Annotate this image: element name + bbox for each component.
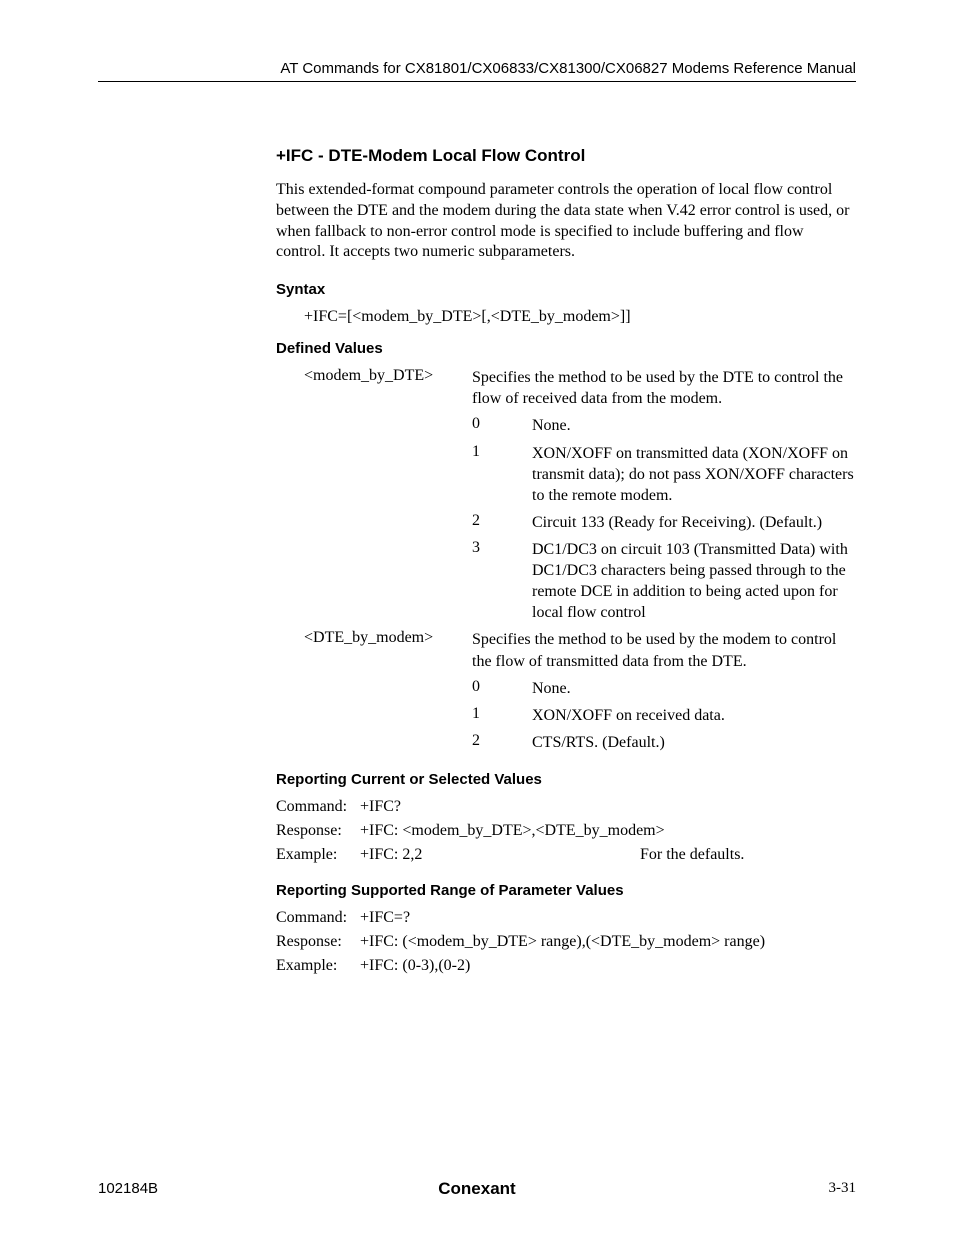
param-desc: Specifies the method to be used by the m… xyxy=(472,629,856,671)
kv-key: Response: xyxy=(276,822,360,840)
value-num: 1 xyxy=(472,705,532,726)
kv-row: Response:+IFC: <modem_by_DTE>,<DTE_by_mo… xyxy=(276,822,856,840)
kv-key: Command: xyxy=(276,798,360,816)
value-row: 3DC1/DC3 on circuit 103 (Transmitted Dat… xyxy=(276,539,856,623)
kv-key: Example: xyxy=(276,957,360,975)
footer-right: 3-31 xyxy=(829,1180,857,1197)
value-row: 0None. xyxy=(276,415,856,436)
value-desc: None. xyxy=(532,678,856,699)
param-row: <DTE_by_modem> Specifies the method to b… xyxy=(276,629,856,671)
reporting-range-heading: Reporting Supported Range of Parameter V… xyxy=(276,882,856,899)
value-row: 1XON/XOFF on transmitted data (XON/XOFF … xyxy=(276,443,856,506)
kv-value: +IFC: (0-3),(0-2) xyxy=(360,957,856,975)
kv-value: +IFC: 2,2 xyxy=(360,846,640,864)
reporting-current-heading: Reporting Current or Selected Values xyxy=(276,771,856,788)
kv-row: Response:+IFC: (<modem_by_DTE> range),(<… xyxy=(276,933,856,951)
kv-key: Command: xyxy=(276,909,360,927)
kv-row: Command:+IFC? xyxy=(276,798,856,816)
value-num: 3 xyxy=(472,539,532,623)
kv-row: Example:+IFC: 2,2For the defaults. xyxy=(276,846,856,864)
syntax-text: +IFC=[<modem_by_DTE>[,<DTE_by_modem>]] xyxy=(304,308,856,326)
value-desc: None. xyxy=(532,415,856,436)
param-desc: Specifies the method to be used by the D… xyxy=(472,367,856,409)
param-name: <modem_by_DTE> xyxy=(304,367,472,409)
kv-key: Example: xyxy=(276,846,360,864)
value-desc: XON/XOFF on transmitted data (XON/XOFF o… xyxy=(532,443,856,506)
param-name: <DTE_by_modem> xyxy=(304,629,472,671)
value-desc: Circuit 133 (Ready for Receiving). (Defa… xyxy=(532,512,856,533)
defined-values-heading: Defined Values xyxy=(276,340,856,357)
value-num: 2 xyxy=(472,732,532,753)
footer-center: Conexant xyxy=(438,1179,515,1199)
value-desc: XON/XOFF on received data. xyxy=(532,705,856,726)
value-row: 0None. xyxy=(276,678,856,699)
value-num: 0 xyxy=(472,415,532,436)
value-row: 2CTS/RTS. (Default.) xyxy=(276,732,856,753)
syntax-heading: Syntax xyxy=(276,281,856,298)
kv-row: Example:+IFC: (0-3),(0-2) xyxy=(276,957,856,975)
kv-value: +IFC=? xyxy=(360,909,856,927)
section-title: +IFC - DTE-Modem Local Flow Control xyxy=(276,146,856,166)
value-num: 1 xyxy=(472,443,532,506)
running-header: AT Commands for CX81801/CX06833/CX81300/… xyxy=(98,60,856,82)
param-row: <modem_by_DTE> Specifies the method to b… xyxy=(276,367,856,409)
value-row: 1XON/XOFF on received data. xyxy=(276,705,856,726)
kv-row: Command:+IFC=? xyxy=(276,909,856,927)
content-area: +IFC - DTE-Modem Local Flow Control This… xyxy=(276,146,856,975)
footer-left: 102184B xyxy=(98,1180,158,1197)
intro-paragraph: This extended-format compound parameter … xyxy=(276,180,856,263)
value-num: 2 xyxy=(472,512,532,533)
kv-value: +IFC: <modem_by_DTE>,<DTE_by_modem> xyxy=(360,822,856,840)
kv-value: +IFC: (<modem_by_DTE> range),(<DTE_by_mo… xyxy=(360,933,856,951)
value-desc: CTS/RTS. (Default.) xyxy=(532,732,856,753)
page-footer: 102184B Conexant 3-31 xyxy=(98,1180,856,1197)
value-desc: DC1/DC3 on circuit 103 (Transmitted Data… xyxy=(532,539,856,623)
kv-key: Response: xyxy=(276,933,360,951)
value-num: 0 xyxy=(472,678,532,699)
kv-value: +IFC? xyxy=(360,798,856,816)
kv-note: For the defaults. xyxy=(640,846,856,864)
value-row: 2Circuit 133 (Ready for Receiving). (Def… xyxy=(276,512,856,533)
